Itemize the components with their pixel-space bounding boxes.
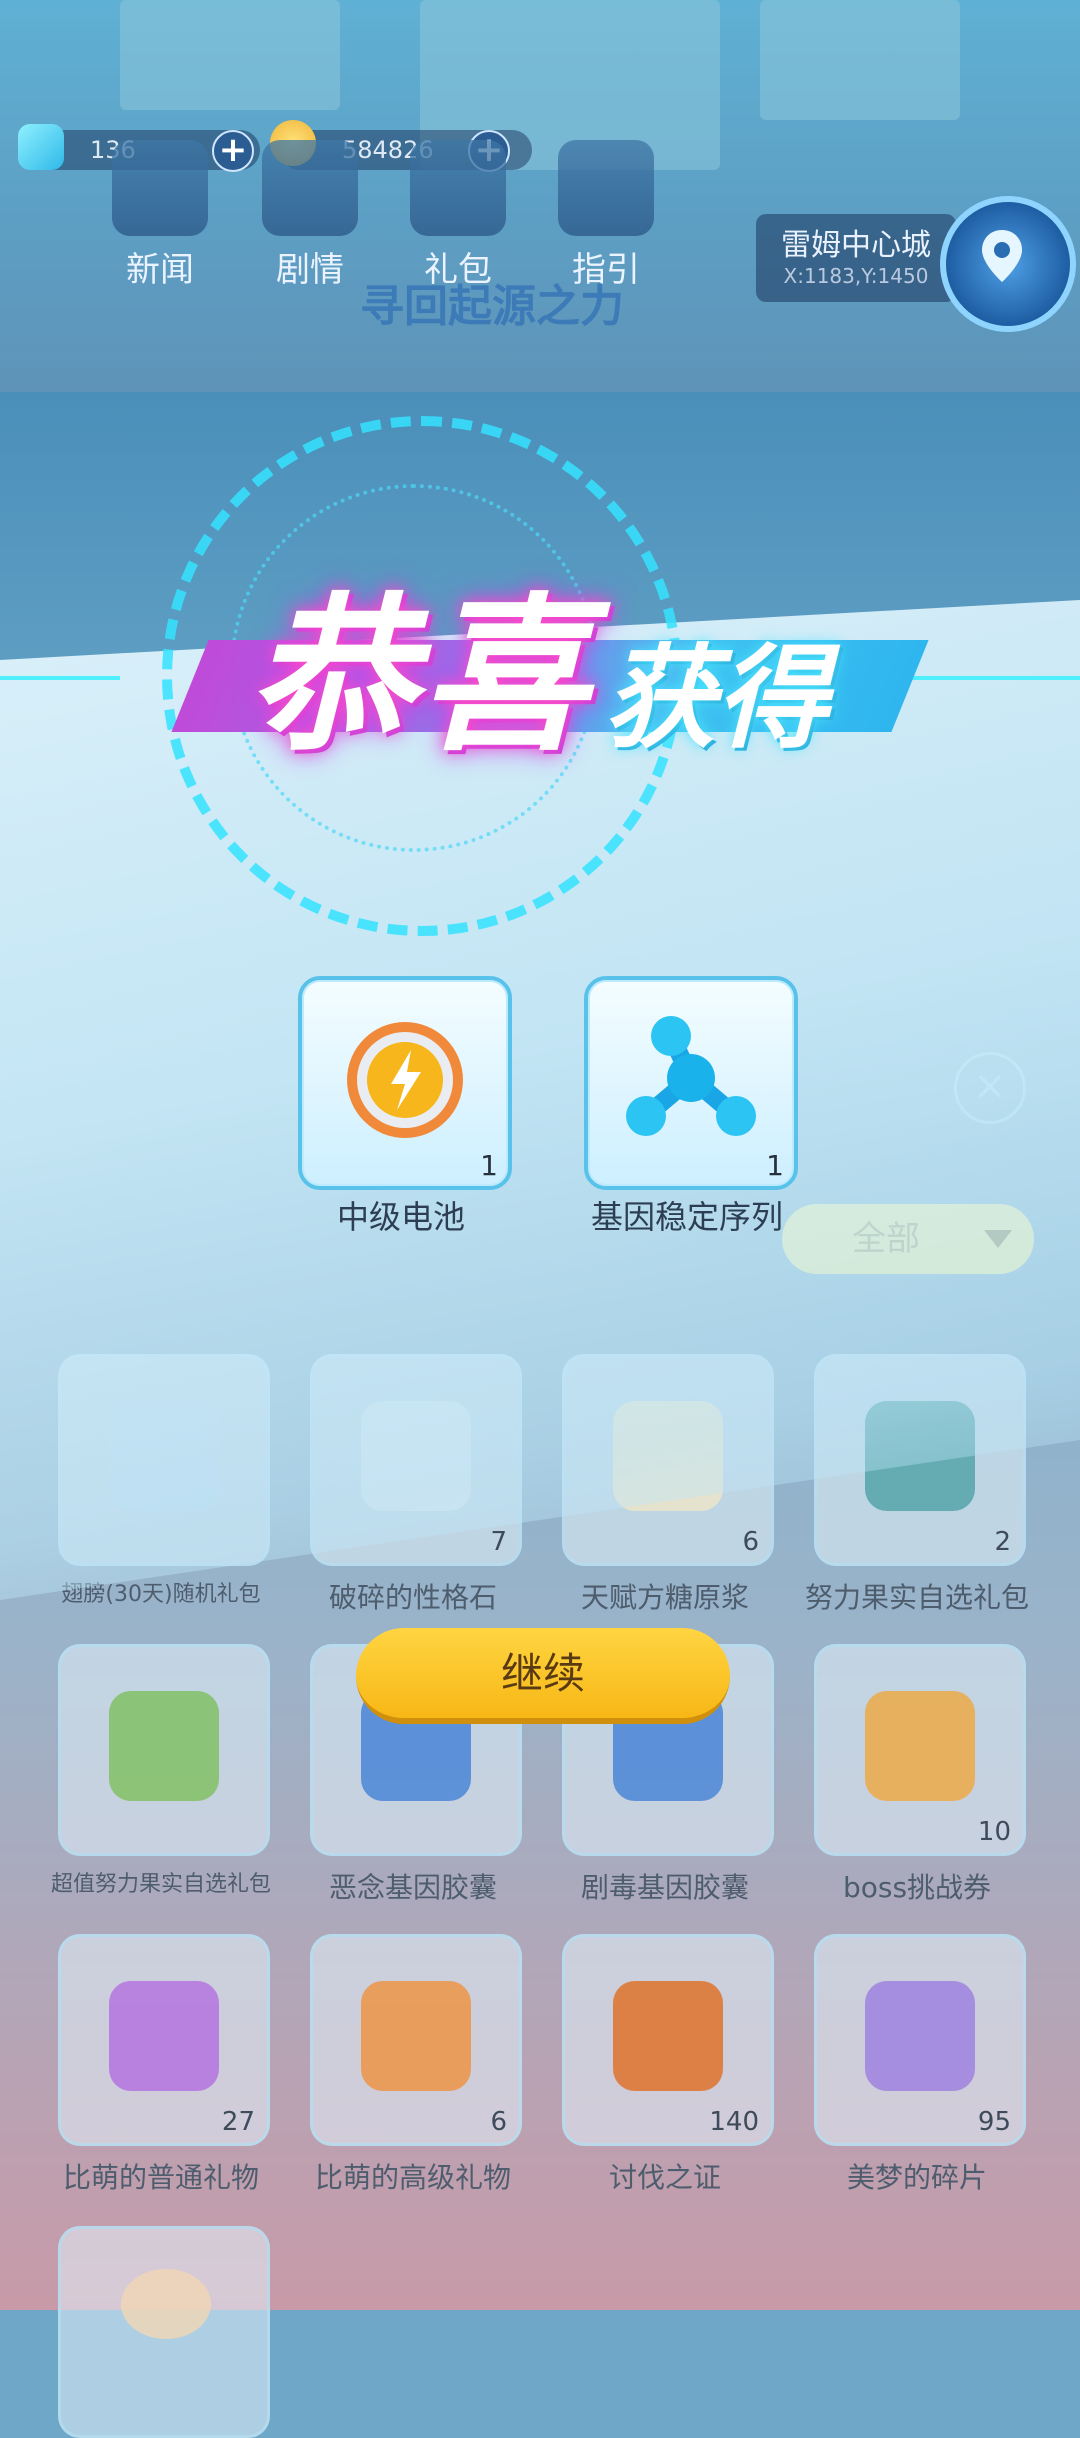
inventory-item-name: boss挑战券 (842, 1871, 992, 1904)
dragon-eye-icon (613, 1981, 723, 2091)
inventory-slot[interactable] (58, 2226, 270, 2438)
title-congrats: 恭喜 (248, 578, 592, 774)
nav-news[interactable]: 新闻 (100, 140, 220, 291)
item-count: 95 (977, 2107, 1011, 2137)
inventory-item-name: 剧毒基因胶囊 (580, 1871, 749, 1904)
reward-item-name: 中级电池 (336, 1198, 465, 1236)
inventory-item-name: 比萌的高级礼物 (314, 2161, 511, 2194)
battery-icon (347, 1022, 463, 1138)
city-coordinates: X:1183,Y:1450 (783, 264, 929, 288)
nav-label: 新闻 (126, 250, 194, 290)
inventory-slot[interactable]: 95 (814, 1934, 1026, 2146)
gift-icon (410, 140, 506, 236)
event-banner[interactable]: 寻回起源之力 (360, 270, 624, 334)
fruit-crate-icon (109, 1691, 219, 1801)
inventory-item-name: 讨伐之证 (608, 2161, 721, 2194)
item-count: 1 (480, 1149, 498, 1182)
purple-gift-icon (109, 1981, 219, 2091)
building (760, 0, 960, 120)
city-location: 雷姆中心城 X:1183,Y:1450 (756, 214, 956, 302)
nav-story[interactable]: 剧情 (250, 140, 370, 291)
inventory-item-name: 比萌的普通礼物 (62, 2161, 259, 2194)
dream-shard-icon (865, 1981, 975, 2091)
title-obtained: 获得 (604, 634, 828, 764)
ticket-icon (865, 1691, 975, 1801)
diamond-icon (18, 124, 64, 170)
orange-gift-icon (361, 1981, 471, 2091)
item-count: 2 (994, 1527, 1011, 1557)
inventory-slot[interactable]: 10 (814, 1644, 1026, 1856)
inventory-item-name: 超值努力果实自选礼包 (50, 1872, 271, 1897)
inventory-slot[interactable]: 140 (562, 1934, 774, 2146)
inventory-slot[interactable] (58, 1644, 270, 1856)
map-pin-icon (982, 230, 1022, 282)
continue-button[interactable]: 继续 (356, 1628, 730, 1724)
city-name: 雷姆中心城 (781, 228, 931, 263)
reward-item[interactable]: 1 (298, 976, 512, 1190)
top-hud: 136 + 584826 + 新闻 剧情 礼包 指引 寻回起源之力 雷姆中心城 … (0, 0, 1080, 392)
item-count: 1 (766, 1149, 784, 1182)
story-icon (262, 140, 358, 236)
item-count: 10 (977, 1817, 1011, 1847)
item-count: 140 (709, 2107, 759, 2137)
nav-label: 剧情 (276, 250, 344, 290)
deco-line (0, 676, 120, 680)
news-icon (112, 140, 208, 236)
item-count: 6 (742, 1527, 759, 1557)
nav-guide[interactable]: 指引 (546, 140, 666, 291)
inventory-item-name: 恶念基因胶囊 (328, 1871, 497, 1904)
map-button[interactable] (940, 196, 1076, 332)
item-count: 27 (221, 2107, 255, 2137)
inventory-slot[interactable]: 6 (310, 1934, 522, 2146)
nav-gift[interactable]: 礼包 (398, 140, 518, 291)
molecule-icon (626, 1016, 756, 1136)
guide-icon (558, 140, 654, 236)
item-icon (121, 2269, 211, 2339)
building (120, 0, 340, 110)
inventory-item-name: 努力果实自选礼包 (804, 1581, 1029, 1614)
inventory-item-name: 天赋方糖原浆 (580, 1581, 749, 1614)
inventory-slot[interactable]: 27 (58, 1934, 270, 2146)
inventory-item-name: 破碎的性格石 (328, 1581, 497, 1614)
reward-item-name: 基因稳定序列 (590, 1198, 783, 1236)
reward-item[interactable]: 1 (584, 976, 798, 1190)
item-count: 6 (490, 2107, 507, 2137)
inventory-item-name: 美梦的碎片 (846, 2161, 987, 2194)
item-count: 7 (490, 1527, 507, 1557)
